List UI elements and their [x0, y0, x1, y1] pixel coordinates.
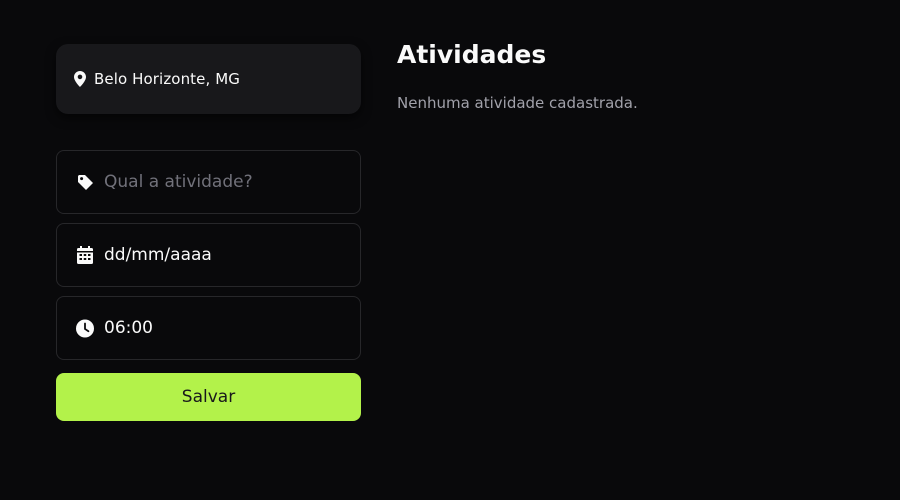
- calendar-icon: [76, 246, 94, 264]
- clock-icon: [76, 319, 94, 337]
- activities-title: Atividades: [397, 40, 547, 69]
- save-button[interactable]: Salvar: [56, 373, 361, 421]
- activity-field[interactable]: [56, 150, 361, 214]
- activities-panel: Atividades Nenhuma atividade cadastrada.: [397, 38, 638, 112]
- left-column: Belo Horizonte, MG Qual a atividade? dd/…: [56, 44, 361, 421]
- activity-input[interactable]: [104, 172, 344, 192]
- location-card: Belo Horizonte, MG: [56, 44, 361, 114]
- tag-icon: [76, 173, 94, 191]
- time-field[interactable]: [56, 296, 361, 360]
- map-pin-icon: [74, 71, 86, 87]
- date-input[interactable]: [104, 245, 344, 265]
- activity-form: Salvar: [56, 150, 361, 421]
- time-input[interactable]: [104, 318, 344, 338]
- empty-activities-message: Nenhuma atividade cadastrada.: [397, 94, 638, 112]
- date-field[interactable]: [56, 223, 361, 287]
- location-text: Belo Horizonte, MG: [94, 70, 240, 88]
